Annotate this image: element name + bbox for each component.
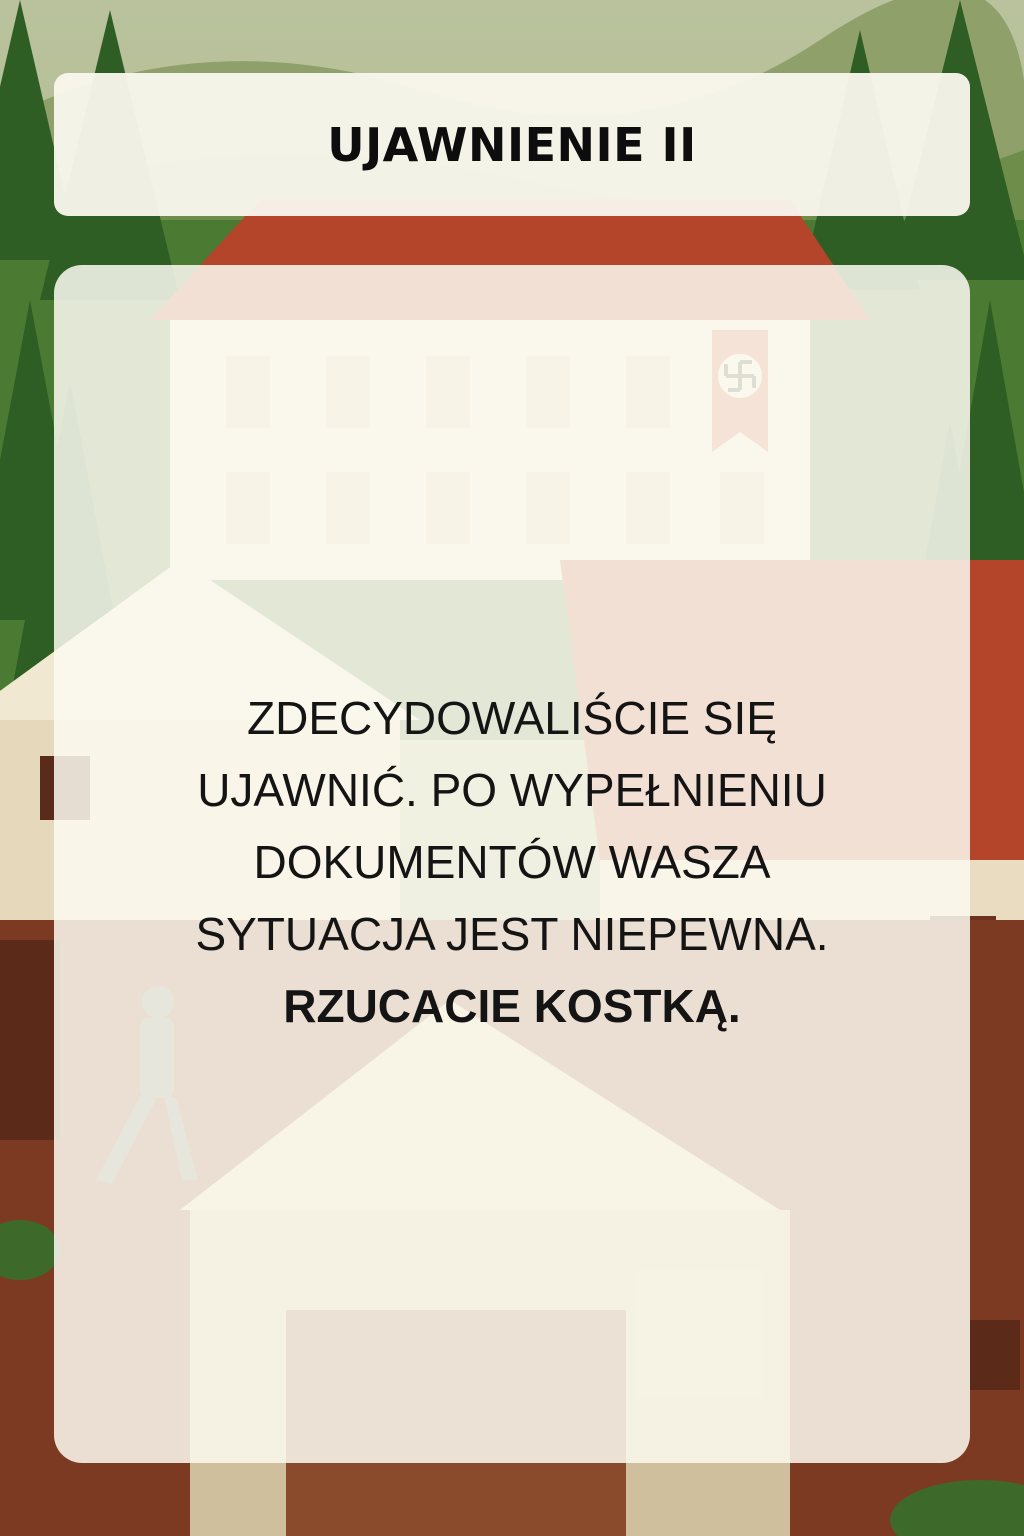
story-line: SYTUACJA JEST NIEPEWNA.: [195, 908, 829, 960]
title-card: UJAWNIENIE II: [54, 73, 970, 216]
story-card: ZDECYDOWALIŚCIE SIĘ UJAWNIĆ. PO WYPEŁNIE…: [54, 265, 970, 1463]
page-title: UJAWNIENIE II: [327, 117, 697, 172]
story-text: ZDECYDOWALIŚCIE SIĘ UJAWNIĆ. PO WYPEŁNIE…: [114, 682, 910, 1042]
action-instruction: RZUCACIE KOSTKĄ.: [283, 980, 741, 1032]
story-line: ZDECYDOWALIŚCIE SIĘ: [247, 692, 777, 744]
story-line: DOKUMENTÓW WASZA: [253, 836, 771, 888]
story-line: UJAWNIĆ. PO WYPEŁNIENIU: [197, 764, 827, 816]
